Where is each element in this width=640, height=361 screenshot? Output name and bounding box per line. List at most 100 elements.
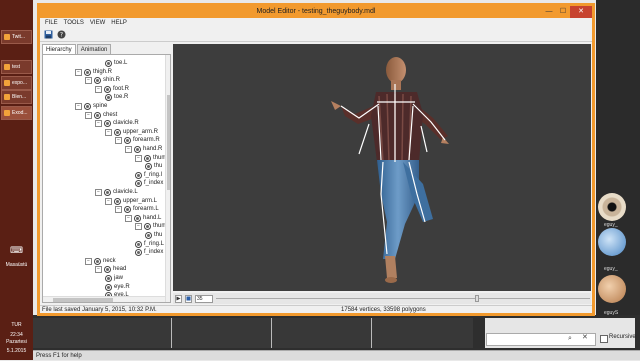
expand-collapse-icon[interactable]: − bbox=[85, 111, 92, 119]
hierarchy-tree[interactable]: toe.L − thigh.R − shin.R − foot.R toe.R − spine − c… bbox=[42, 54, 171, 303]
tree-horizontal-scrollbar[interactable] bbox=[43, 296, 165, 302]
material-thumbnail[interactable] bbox=[598, 193, 626, 221]
bone-icon bbox=[135, 180, 142, 188]
play-icon bbox=[176, 296, 181, 301]
app-icon bbox=[4, 94, 10, 100]
background-app-panel bbox=[596, 0, 640, 360]
bone-icon bbox=[145, 163, 152, 171]
tree-node[interactable]: f_index bbox=[135, 179, 163, 188]
close-button[interactable]: ✕ bbox=[570, 6, 592, 18]
bone-icon bbox=[135, 249, 142, 257]
mesh-stats-text: 17584 vertices, 33598 polygons bbox=[341, 307, 426, 313]
minimize-button[interactable]: — bbox=[542, 6, 556, 18]
toolbar: ? bbox=[40, 28, 592, 42]
clock-date: 5.1.2015 bbox=[6, 348, 27, 354]
menu-file[interactable]: FILE bbox=[45, 18, 58, 28]
taskbar: Twit... test expo... Blen... Exod... ⌨ M… bbox=[0, 0, 33, 360]
tree-node[interactable]: f_index bbox=[135, 248, 163, 257]
taskbar-app-twitter[interactable]: Twit... bbox=[1, 30, 32, 44]
menu-tools[interactable]: TOOLS bbox=[64, 18, 84, 28]
recursive-checkbox[interactable] bbox=[600, 335, 608, 343]
material-thumbnail[interactable] bbox=[598, 228, 626, 256]
menu-view[interactable]: VIEW bbox=[90, 18, 105, 28]
taskbar-app-blender[interactable]: Blen... bbox=[1, 90, 32, 104]
expand-collapse-icon[interactable]: − bbox=[95, 266, 102, 274]
keyboard-icon[interactable]: ⌨ bbox=[0, 245, 33, 256]
expand-collapse-icon[interactable]: − bbox=[85, 257, 92, 265]
menu-help[interactable]: HELP bbox=[111, 18, 127, 28]
thumbnail-label: eguy_ bbox=[604, 222, 618, 228]
tree-node-label: f_index bbox=[144, 180, 164, 187]
language-indicator[interactable]: TUR bbox=[0, 322, 33, 328]
bone-icon bbox=[134, 214, 141, 222]
expand-collapse-icon[interactable]: − bbox=[125, 146, 132, 153]
expand-collapse-icon[interactable]: − bbox=[85, 77, 92, 85]
bone-icon bbox=[114, 128, 121, 136]
model-editor-window: Model Editor - testing_theguybody.mdl — … bbox=[37, 3, 595, 316]
clock-time[interactable]: 22:34 bbox=[0, 332, 33, 338]
save-button[interactable] bbox=[43, 30, 53, 40]
help-icon: ? bbox=[57, 30, 65, 39]
window-title: Model Editor - testing_theguybody.mdl bbox=[256, 8, 376, 15]
bone-icon bbox=[94, 111, 101, 119]
expand-collapse-icon[interactable]: − bbox=[75, 68, 82, 76]
expand-collapse-icon[interactable]: − bbox=[75, 103, 82, 110]
app-icon bbox=[4, 110, 10, 116]
app-icon bbox=[4, 34, 10, 40]
search-icon[interactable]: ⌕ bbox=[568, 335, 572, 343]
slider-knob[interactable] bbox=[475, 294, 479, 302]
bone-icon bbox=[135, 240, 142, 248]
maximize-button[interactable]: ☐ bbox=[556, 6, 570, 18]
character-model bbox=[331, 57, 449, 283]
bone-icon bbox=[94, 77, 101, 85]
scrollbar-thumb[interactable] bbox=[167, 95, 170, 190]
taskbar-app-exodus[interactable]: Exod... bbox=[1, 106, 32, 120]
play-button[interactable] bbox=[175, 294, 182, 303]
bone-icon bbox=[84, 68, 91, 76]
expand-collapse-icon[interactable]: − bbox=[135, 154, 142, 162]
taskbar-app-export[interactable]: expo... bbox=[1, 76, 32, 90]
help-button[interactable]: ? bbox=[56, 30, 66, 40]
stop-button[interactable] bbox=[185, 294, 192, 303]
save-icon bbox=[44, 30, 52, 39]
tree-node[interactable]: toe.R bbox=[105, 93, 128, 102]
bone-icon bbox=[114, 197, 121, 205]
3d-viewport[interactable] bbox=[173, 44, 591, 291]
recursive-label: Recursive bbox=[609, 334, 636, 340]
bone-icon bbox=[144, 154, 151, 162]
app-icon bbox=[4, 80, 10, 86]
tree-vertical-scrollbar[interactable] bbox=[165, 55, 170, 302]
thumbnail-label: eguy_ bbox=[604, 266, 618, 272]
close-search-icon[interactable]: ✕ bbox=[582, 333, 588, 341]
expand-collapse-icon[interactable]: − bbox=[115, 206, 122, 214]
model-head bbox=[386, 57, 406, 83]
bone-icon bbox=[124, 206, 131, 214]
desktop-label[interactable]: Masaüstü bbox=[0, 262, 33, 268]
title-bar[interactable]: Model Editor - testing_theguybody.mdl — … bbox=[40, 6, 592, 18]
bone-icon bbox=[104, 266, 111, 274]
clock-day: Pazartesi bbox=[6, 339, 27, 345]
search-input[interactable] bbox=[486, 333, 596, 346]
tree-node-label: toe.R bbox=[114, 94, 129, 101]
bone-icon bbox=[134, 146, 141, 153]
expand-collapse-icon[interactable]: − bbox=[105, 197, 112, 205]
frame-number-input[interactable]: 35 bbox=[195, 294, 213, 303]
expand-collapse-icon[interactable]: − bbox=[105, 128, 112, 136]
timeline-slider[interactable] bbox=[216, 294, 590, 303]
bone-icon bbox=[145, 232, 152, 239]
bone-icon bbox=[104, 120, 111, 128]
expand-collapse-icon[interactable]: − bbox=[115, 137, 122, 145]
expand-collapse-icon[interactable]: − bbox=[95, 189, 102, 196]
expand-collapse-icon[interactable]: − bbox=[125, 214, 132, 222]
material-thumbnail[interactable] bbox=[598, 275, 626, 303]
bone-icon bbox=[84, 103, 91, 110]
taskbar-app-test[interactable]: test bbox=[1, 60, 32, 74]
svg-text:?: ? bbox=[59, 32, 62, 39]
expand-collapse-icon[interactable]: − bbox=[135, 223, 142, 231]
tree-node-label: f_index bbox=[144, 249, 164, 256]
expand-collapse-icon[interactable]: − bbox=[95, 120, 102, 128]
bone-icon bbox=[104, 189, 111, 196]
scrollbar-thumb[interactable] bbox=[53, 298, 113, 302]
bone-icon bbox=[144, 223, 151, 231]
expand-collapse-icon[interactable]: − bbox=[95, 85, 102, 93]
